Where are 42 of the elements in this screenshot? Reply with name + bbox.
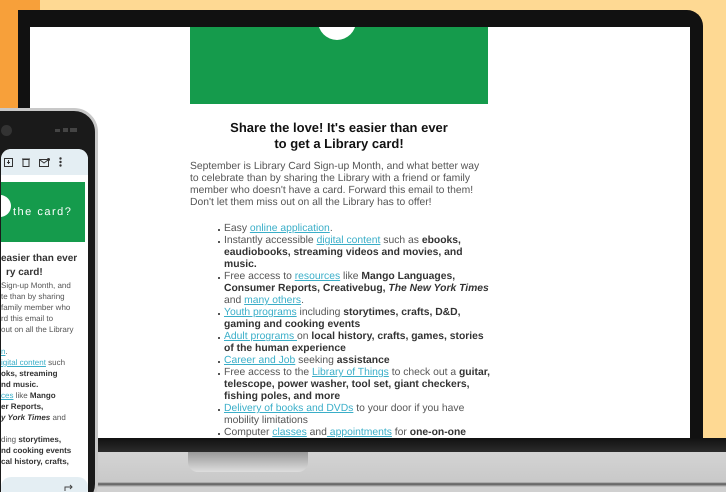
more-icon[interactable] <box>59 157 62 167</box>
link[interactable]: Career and Job <box>224 355 296 366</box>
banner-text: the card? <box>13 206 72 218</box>
trash-icon[interactable] <box>22 158 30 166</box>
text-line: out on all the Library <box>1 324 74 335</box>
text-line: igital content such <box>1 357 66 368</box>
link[interactable]: Adult programs <box>224 331 298 342</box>
link[interactable]: many others <box>244 295 302 306</box>
text-line: family member who <box>1 302 72 313</box>
text-line: te than by sharing <box>1 291 66 302</box>
text-line: cal history, crafts, <box>1 456 70 467</box>
camera-icon <box>1 125 12 136</box>
status-icons <box>55 127 77 133</box>
archive-icon[interactable] <box>4 158 13 166</box>
link[interactable]: Library of Things <box>312 367 389 378</box>
text-line: y York Times and <box>1 412 67 423</box>
text-line: Sign-up Month, and <box>1 280 72 291</box>
mail-icon[interactable] <box>39 158 50 166</box>
link[interactable]: digital content <box>316 235 380 246</box>
link[interactable]: resources <box>294 271 340 282</box>
text-line: oks, streaming <box>1 368 58 379</box>
link[interactable]: n <box>1 347 6 356</box>
text-line: nd music. <box>1 379 40 390</box>
link[interactable]: appointments <box>326 427 392 438</box>
intro-paragraph: September is Library Card Sign-up Month, and what better way to celebrate than by sharing the Library with a friend or family member who doesn't have a card. Forward this email to them! Don't let them miss out on all the Library has to offer! <box>190 161 480 209</box>
text-line: nd cooking events <box>1 445 72 456</box>
link[interactable]: igital content <box>1 358 46 367</box>
text-line: easier than ever <box>1 252 78 266</box>
link[interactable]: Youth programs <box>224 307 297 318</box>
link[interactable]: Delivery of books and DVDs <box>224 403 354 414</box>
forward-icon[interactable] <box>64 482 74 492</box>
link[interactable]: classes <box>272 427 307 438</box>
text-line: rd this email to <box>1 313 54 324</box>
email-heading: Share the love! It's easier than ever <box>229 120 449 136</box>
link[interactable]: online application <box>250 223 330 234</box>
text-line: ces like Mango <box>1 390 57 401</box>
email-heading: to get a Library card! <box>273 136 405 152</box>
text-line: er Reports, <box>1 401 44 412</box>
text-line: ry card! <box>5 266 44 280</box>
text-line: ding storytimes, <box>1 434 62 445</box>
text-line: n. <box>1 346 9 357</box>
link[interactable]: ces <box>1 391 14 400</box>
